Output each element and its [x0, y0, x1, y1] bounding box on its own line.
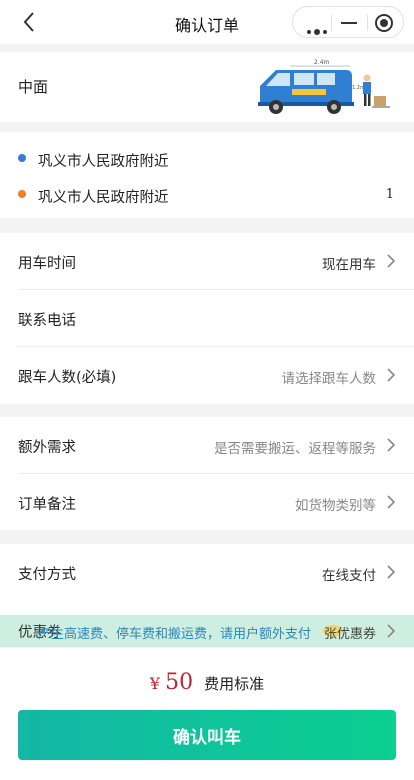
price-summary[interactable]: ¥ 50 费用标准 — [0, 670, 414, 695]
contact-phone-row[interactable]: 联系电话 — [0, 290, 414, 346]
price-standard-link[interactable]: 费用标准 — [204, 675, 264, 693]
vehicle-card: 中面 2.4m 1.2m — [0, 52, 414, 122]
chevron-right-icon — [387, 565, 396, 579]
svg-text:2.4m: 2.4m — [314, 59, 330, 66]
close-program-icon[interactable] — [375, 14, 393, 32]
coupon-notice-banner[interactable]: 优惠券 产生高速费、停车费和搬运费，请用户额外支付 张优惠券 — [0, 615, 414, 647]
van-illustration: 2.4m 1.2m — [258, 59, 390, 114]
payment-method-row[interactable]: 支付方式 在线支付 — [0, 544, 414, 600]
confirm-order-button[interactable]: 确认叫车 — [18, 710, 396, 760]
extra-info-card: 额外需求 是否需要搬运、返程等服务 订单备注 如货物类别等 — [0, 417, 414, 530]
chevron-right-icon — [387, 495, 396, 509]
mini-program-capsule — [292, 6, 404, 38]
vehicle-name: 中面 — [18, 78, 49, 96]
use-time-row[interactable]: 用车时间 现在用车 — [0, 233, 414, 289]
passenger-count-label: 跟车人数(必填) — [18, 370, 117, 386]
order-info-card: 用车时间 现在用车 联系电话 跟车人数(必填) 请选择跟车人数 — [0, 233, 414, 404]
use-time-value: 现在用车 — [322, 257, 376, 273]
address-card: 巩义市人民政府附近 巩义市人民政府附近 1 — [0, 132, 414, 218]
pickup-address: 巩义市人民政府附近 — [38, 154, 169, 170]
chevron-right-icon — [387, 368, 396, 382]
dropoff-address-row[interactable]: 巩义市人民政府附近 1 — [0, 178, 414, 212]
navigation-bar: 确认订单 — [0, 0, 414, 44]
order-remark-placeholder: 如货物类别等 — [295, 498, 376, 514]
payment-method-value: 在线支付 — [322, 568, 376, 584]
extra-needs-row[interactable]: 额外需求 是否需要搬运、返程等服务 — [0, 417, 414, 473]
stop-count: 1 — [385, 187, 394, 202]
extra-needs-label: 额外需求 — [18, 440, 76, 456]
use-time-label: 用车时间 — [18, 256, 76, 272]
dropoff-address: 巩义市人民政府附近 — [38, 190, 169, 206]
payment-method-label: 支付方式 — [18, 567, 76, 583]
footer-bar: ¥ 50 费用标准 确认叫车 — [0, 648, 414, 780]
fee-notice-text: 产生高速费、停车费和搬运费，请用户额外支付 — [38, 627, 312, 642]
coupon-value: 张优惠券 — [323, 627, 376, 642]
price-amount: 50 — [165, 670, 194, 695]
currency-symbol: ¥ — [149, 674, 160, 693]
dropoff-dot-icon — [18, 190, 26, 198]
pickup-dot-icon — [18, 154, 26, 162]
extra-needs-placeholder: 是否需要搬运、返程等服务 — [214, 441, 376, 457]
payment-card: 支付方式 在线支付 — [0, 544, 414, 615]
order-remark-row[interactable]: 订单备注 如货物类别等 — [0, 474, 414, 530]
minimize-icon[interactable] — [341, 22, 357, 24]
pickup-address-row[interactable]: 巩义市人民政府附近 — [0, 142, 414, 176]
contact-phone-label: 联系电话 — [18, 313, 76, 329]
order-remark-label: 订单备注 — [18, 497, 76, 513]
more-menu-icon[interactable] — [307, 21, 330, 40]
chevron-right-icon — [387, 438, 396, 452]
chevron-right-icon — [387, 254, 396, 268]
passenger-count-placeholder: 请选择跟车人数 — [281, 371, 377, 387]
chevron-right-icon — [387, 624, 396, 638]
passenger-count-row[interactable]: 跟车人数(必填) 请选择跟车人数 — [0, 347, 414, 403]
